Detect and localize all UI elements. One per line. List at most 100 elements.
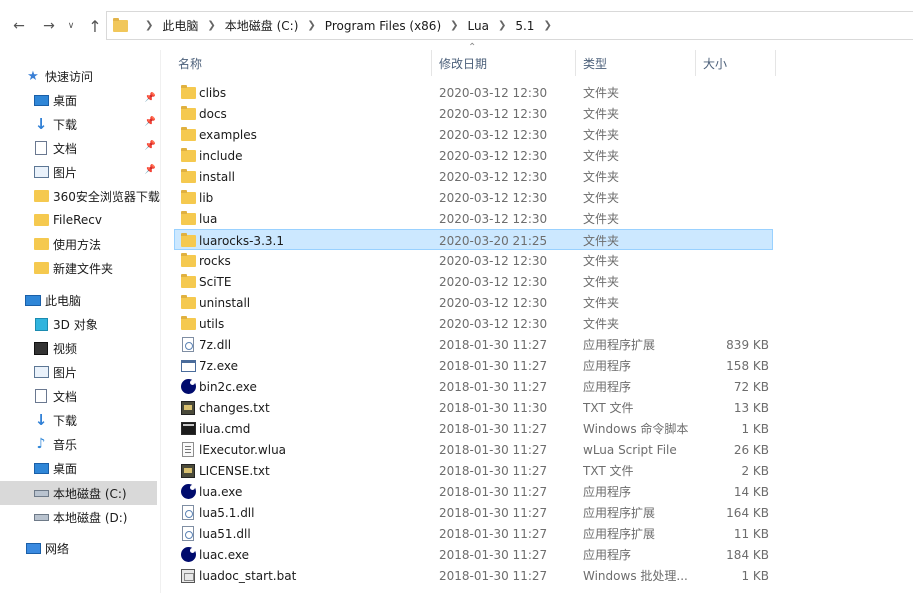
breadcrumb-item[interactable]: Program Files (x86)	[325, 19, 441, 33]
sidebar-item[interactable]: 图片	[0, 360, 160, 384]
file-row[interactable]: SciTE 2020-03-12 12:30 文件夹	[171, 271, 774, 292]
file-row[interactable]: examples 2020-03-12 12:30 文件夹	[171, 124, 774, 145]
file-name: bin2c.exe	[199, 379, 257, 394]
sidebar-item[interactable]: 3D 对象	[0, 312, 160, 336]
file-name: LICENSE.txt	[199, 463, 270, 478]
pin-icon: 📌	[144, 93, 156, 103]
file-row[interactable]: bin2c.exe 2018-01-30 11:27 应用程序 72 KB	[171, 376, 774, 397]
file-row[interactable]: 7z.dll 2018-01-30 11:27 应用程序扩展 839 KB	[171, 334, 774, 355]
file-name-cell: lua5.1.dll	[180, 502, 430, 523]
back-arrow-icon[interactable]: ←	[8, 15, 30, 37]
file-date: 2020-03-12 12:30	[439, 169, 548, 184]
chevron-right-icon[interactable]: ❯	[543, 20, 551, 31]
file-name: rocks	[199, 253, 231, 268]
breadcrumb[interactable]: ❯ 此电脑 ❯ 本地磁盘 (C:) ❯ Program Files (x86) …	[106, 11, 913, 40]
up-arrow-icon[interactable]: ↑	[84, 15, 106, 37]
sidebar-item-label: 此电脑	[45, 293, 82, 308]
sidebar-item[interactable]: 桌面	[0, 456, 160, 480]
file-size	[695, 82, 769, 103]
script-icon	[180, 442, 196, 458]
sidebar-item-label: FileRecv	[53, 213, 102, 227]
file-name-cell: SciTE	[180, 271, 430, 292]
column-date-modified[interactable]: 修改日期	[432, 50, 576, 76]
chevron-right-icon[interactable]: ❯	[307, 20, 315, 31]
sidebar-item-label: 音乐	[53, 437, 78, 452]
sidebar-item[interactable]: 本地磁盘 (D:)	[0, 505, 160, 529]
sidebar-item[interactable]: 图片 📌	[0, 160, 160, 184]
file-row[interactable]: utils 2020-03-12 12:30 文件夹	[171, 313, 774, 334]
sidebar-item[interactable]: 网络	[0, 536, 160, 560]
file-name: 7z.dll	[199, 337, 232, 352]
sidebar-item[interactable]: 本地磁盘 (C:)	[0, 481, 157, 505]
sidebar-item[interactable]: ↓ 下载	[0, 408, 160, 432]
file-size	[695, 292, 769, 313]
sidebar-item[interactable]: 新建文件夹	[0, 256, 160, 280]
file-name: examples	[199, 127, 257, 142]
sidebar-item[interactable]: ↓ 下载 📌	[0, 112, 160, 136]
file-type: 应用程序扩展	[583, 527, 656, 541]
file-date: 2020-03-12 12:30	[439, 295, 548, 310]
sidebar-item-label: 下载	[53, 117, 78, 132]
file-row[interactable]: docs 2020-03-12 12:30 文件夹	[171, 103, 774, 124]
file-type: 应用程序	[583, 380, 632, 394]
file-row[interactable]: uninstall 2020-03-12 12:30 文件夹	[171, 292, 774, 313]
file-row[interactable]: install 2020-03-12 12:30 文件夹	[171, 166, 774, 187]
file-row[interactable]: clibs 2020-03-12 12:30 文件夹	[171, 82, 774, 103]
file-row[interactable]: lib 2020-03-12 12:30 文件夹	[171, 187, 774, 208]
sidebar-item[interactable]: ★ 快速访问	[0, 64, 160, 88]
folder-icon	[180, 252, 196, 269]
sidebar-item[interactable]: 视频	[0, 336, 160, 360]
sidebar-item-label: 文档	[53, 141, 78, 156]
sidebar-item[interactable]: FileRecv	[0, 208, 160, 232]
file-name: luadoc_start.bat	[199, 568, 297, 583]
recent-locations-chevron-icon[interactable]: ∨	[64, 15, 78, 37]
file-name-cell: lExecutor.wlua	[180, 439, 430, 460]
file-row[interactable]: lua51.dll 2018-01-30 11:27 应用程序扩展 11 KB	[171, 523, 774, 544]
file-row[interactable]: lExecutor.wlua 2018-01-30 11:27 wLua Scrip…	[171, 439, 774, 460]
file-row[interactable]: lua5.1.dll 2018-01-30 11:27 应用程序扩展 164 KB	[171, 502, 774, 523]
file-row[interactable]: luarocks-3.3.1 2020-03-20 21:25 文件夹	[174, 229, 773, 250]
chevron-right-icon[interactable]: ❯	[450, 20, 458, 31]
sidebar-item[interactable]: 文档	[0, 384, 160, 408]
download-icon: ↓	[34, 411, 48, 429]
breadcrumb-item[interactable]: 5.1	[515, 19, 534, 33]
file-row[interactable]: rocks 2020-03-12 12:30 文件夹	[171, 250, 774, 271]
file-row[interactable]: include 2020-03-12 12:30 文件夹	[171, 145, 774, 166]
file-size	[695, 103, 769, 124]
file-name-cell: 7z.exe	[180, 355, 430, 376]
file-row[interactable]: lua.exe 2018-01-30 11:27 应用程序 14 KB	[171, 481, 774, 502]
file-type: 文件夹	[583, 128, 620, 142]
column-name[interactable]: 名称	[171, 50, 432, 76]
file-row[interactable]: lua 2020-03-12 12:30 文件夹	[171, 208, 774, 229]
file-size: 11 KB	[733, 526, 769, 541]
file-row[interactable]: changes.txt 2018-01-30 11:30 TXT 文件 13 KB	[171, 397, 774, 418]
chevron-right-icon[interactable]: ❯	[498, 20, 506, 31]
file-name-cell: lua.exe	[180, 481, 430, 502]
sidebar-item[interactable]: 使用方法	[0, 232, 160, 256]
breadcrumb-item[interactable]: 此电脑	[162, 17, 198, 34]
breadcrumb-item[interactable]: Lua	[468, 19, 489, 33]
breadcrumb-item[interactable]: 本地磁盘 (C:)	[225, 17, 299, 34]
chevron-right-icon[interactable]: ❯	[207, 20, 215, 31]
sidebar-item[interactable]: 文档 📌	[0, 136, 160, 160]
sidebar-item[interactable]: 桌面 📌	[0, 88, 160, 112]
file-row[interactable]: 7z.exe 2018-01-30 11:27 应用程序 158 KB	[171, 355, 774, 376]
sidebar-item[interactable]: 此电脑	[0, 288, 160, 312]
file-row[interactable]: ilua.cmd 2018-01-30 11:27 Windows 命令脚本 1 KB	[171, 418, 774, 439]
pane-divider[interactable]	[160, 50, 161, 593]
folder-icon	[113, 17, 128, 32]
forward-arrow-icon[interactable]: →	[38, 15, 60, 37]
lua-icon	[180, 547, 196, 563]
sidebar-item[interactable]: ♪ 音乐	[0, 432, 160, 456]
file-row[interactable]: luadoc_start.bat 2018-01-30 11:27 Windows …	[171, 565, 774, 586]
desktop-icon	[33, 92, 49, 108]
file-row[interactable]: LICENSE.txt 2018-01-30 11:27 TXT 文件 2 KB	[171, 460, 774, 481]
file-name: clibs	[199, 85, 227, 100]
file-row[interactable]: luac.exe 2018-01-30 11:27 应用程序 184 KB	[171, 544, 774, 565]
chevron-right-icon[interactable]: ❯	[145, 20, 153, 31]
3d-objects-icon	[33, 316, 49, 332]
column-size[interactable]: 大小	[696, 50, 776, 76]
column-type[interactable]: 类型	[576, 50, 696, 76]
file-size	[695, 124, 769, 145]
sidebar-item[interactable]: 360安全浏览器下载	[0, 184, 160, 208]
